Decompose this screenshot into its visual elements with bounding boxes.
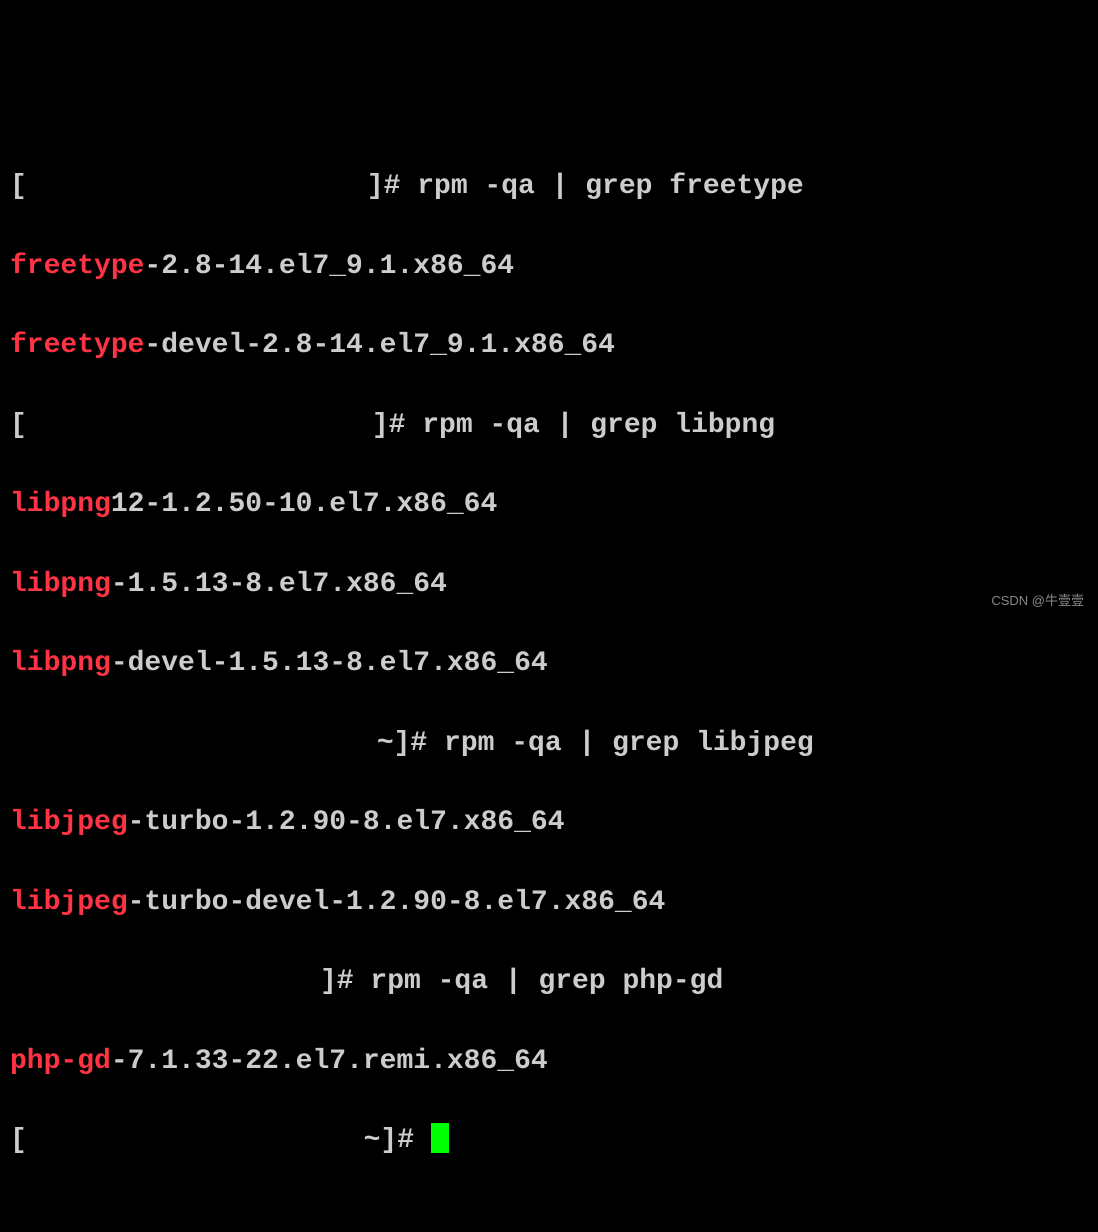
terminal-line-3: freetype-devel-2.8-14.el7_9.1.x86_64 <box>10 326 1088 366</box>
terminal-line-11: ]# rpm -qa | grep php-gd <box>10 962 1088 1002</box>
output-text: -2.8-14.el7_9.1.x86_64 <box>144 251 514 282</box>
command-text: rpm -qa | grep freetype <box>400 171 803 202</box>
grep-match: freetype <box>10 330 144 361</box>
command-text: rpm -qa | grep libpng <box>405 410 775 441</box>
prompt-bracket-close: ]# <box>367 171 401 202</box>
command-text: rpm -qa | grep php-gd <box>354 966 724 997</box>
terminal-line-9: libjpeg-turbo-1.2.90-8.el7.x86_64 <box>10 803 1088 843</box>
terminal-line-5: libpng12-1.2.50-10.el7.x86_64 <box>10 485 1088 525</box>
prompt-end: ~]# <box>347 1125 431 1156</box>
terminal-line-6: libpng-1.5.13-8.el7.x86_64 <box>10 565 1088 605</box>
output-text: -7.1.33-22.el7.remi.x86_64 <box>111 1046 548 1077</box>
output-text: -turbo-devel-1.2.90-8.el7.x86_64 <box>128 887 666 918</box>
prompt-bracket-close: ]# <box>320 966 354 997</box>
grep-match: libjpeg <box>10 887 128 918</box>
terminal-line-2: freetype-2.8-14.el7_9.1.x86_64 <box>10 247 1088 287</box>
terminal-line-4: [ ]# rpm -qa | grep libpng <box>10 406 1088 446</box>
grep-match: php-gd <box>10 1046 111 1077</box>
grep-match: libjpeg <box>10 807 128 838</box>
terminal-line-13: [ ~]# <box>10 1121 1088 1161</box>
grep-match: freetype <box>10 251 144 282</box>
terminal-line-7: libpng-devel-1.5.13-8.el7.x86_64 <box>10 644 1088 684</box>
watermark-text: CSDN @牛壹壹 <box>991 592 1084 610</box>
prompt-bracket-open: [ <box>10 171 27 202</box>
grep-match: libpng <box>10 489 111 520</box>
command-text: rpm -qa | grep libjpeg <box>427 728 813 759</box>
redacted-hostname <box>27 1124 347 1152</box>
prompt-bracket-open: [ <box>10 410 27 441</box>
cursor-icon[interactable] <box>431 1123 449 1153</box>
prompt-bracket-close: ]# <box>372 410 406 441</box>
redacted-hostname <box>10 965 320 993</box>
terminal-line-10: libjpeg-turbo-devel-1.2.90-8.el7.x86_64 <box>10 883 1088 923</box>
grep-match: libpng <box>10 569 111 600</box>
output-text: 12-1.2.50-10.el7.x86_64 <box>111 489 497 520</box>
terminal-line-12: php-gd-7.1.33-22.el7.remi.x86_64 <box>10 1042 1088 1082</box>
output-text: -1.5.13-8.el7.x86_64 <box>111 569 447 600</box>
output-text: -devel-2.8-14.el7_9.1.x86_64 <box>144 330 614 361</box>
prompt-end: ~]# <box>377 728 427 759</box>
redacted-hostname <box>27 726 377 754</box>
redacted-hostname <box>27 408 372 436</box>
redacted-hostname <box>27 170 367 198</box>
prompt-bracket-open: [ <box>10 1125 27 1156</box>
terminal-line-8: ~]# rpm -qa | grep libjpeg <box>10 724 1088 764</box>
output-text: -devel-1.5.13-8.el7.x86_64 <box>111 648 548 679</box>
grep-match: libpng <box>10 648 111 679</box>
output-text: -turbo-1.2.90-8.el7.x86_64 <box>128 807 565 838</box>
terminal-line-1: [ ]# rpm -qa | grep freetype <box>10 167 1088 207</box>
